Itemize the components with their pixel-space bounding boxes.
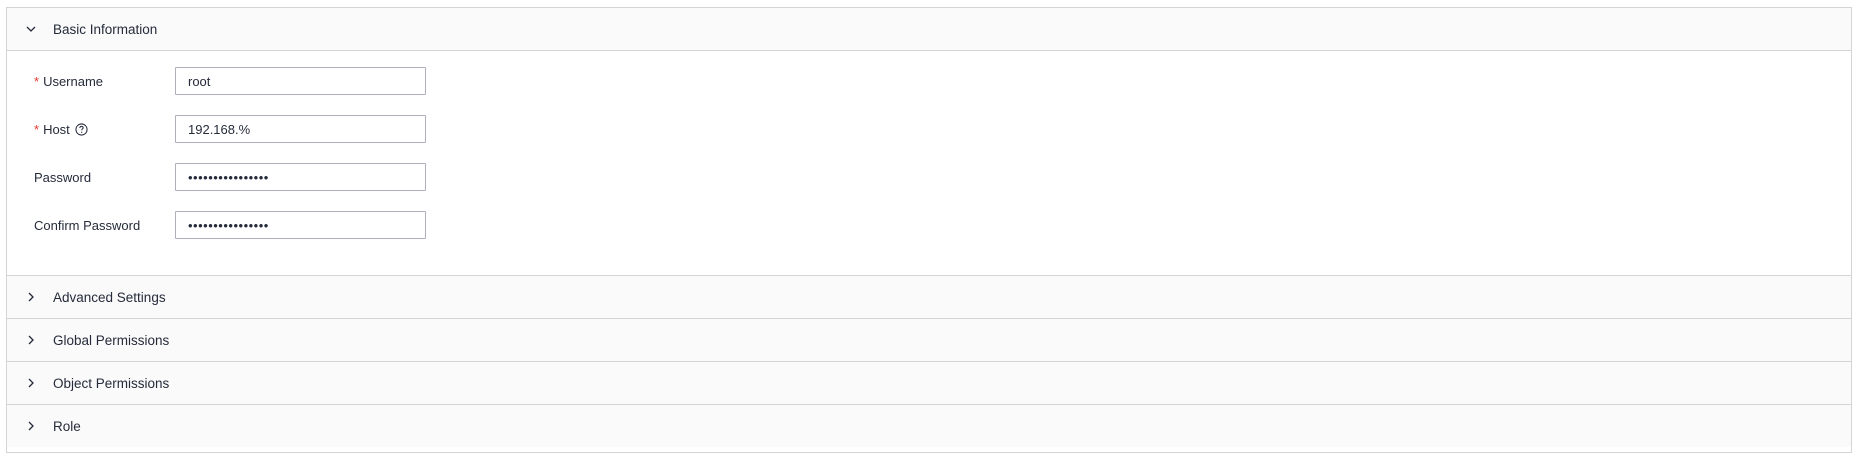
basic-information-body: * Username * Host Passwor: [7, 51, 1851, 275]
chevron-right-icon: [23, 289, 39, 305]
section-advanced-settings-header[interactable]: Advanced Settings: [7, 275, 1851, 318]
password-row: Password: [7, 163, 1851, 191]
section-role-header[interactable]: Role: [7, 404, 1851, 447]
question-circle-icon[interactable]: [75, 122, 88, 136]
section-title: Role: [53, 418, 81, 434]
section-global-permissions-header[interactable]: Global Permissions: [7, 318, 1851, 361]
chevron-down-icon: [23, 21, 39, 37]
section-title: Advanced Settings: [53, 289, 166, 305]
section-title: Global Permissions: [53, 332, 170, 348]
chevron-right-icon: [23, 418, 39, 434]
required-mark: *: [34, 73, 40, 89]
confirm-password-label-text: Confirm Password: [34, 217, 141, 233]
section-title: Basic Information: [53, 21, 158, 37]
password-label-text: Password: [34, 169, 92, 185]
chevron-right-icon: [23, 332, 39, 348]
host-label-text: Host: [43, 121, 70, 137]
required-mark: *: [34, 121, 40, 137]
host-input[interactable]: [175, 115, 426, 143]
chevron-right-icon: [23, 375, 39, 391]
host-row: * Host: [7, 115, 1851, 143]
section-basic-information-header[interactable]: Basic Information: [7, 8, 1851, 51]
username-input[interactable]: [175, 67, 426, 95]
username-label-text: Username: [43, 73, 104, 89]
confirm-password-input[interactable]: [175, 211, 426, 239]
user-form-panel: Basic Information * Username * Host: [6, 7, 1852, 453]
confirm-password-label: Confirm Password: [34, 211, 140, 239]
section-object-permissions-header[interactable]: Object Permissions: [7, 361, 1851, 404]
password-label: Password: [34, 163, 91, 191]
password-input[interactable]: [175, 163, 426, 191]
username-row: * Username: [7, 67, 1851, 95]
username-label: * Username: [34, 67, 103, 95]
section-title: Object Permissions: [53, 375, 170, 391]
host-label: * Host: [34, 115, 88, 143]
confirm-password-row: Confirm Password: [7, 211, 1851, 239]
